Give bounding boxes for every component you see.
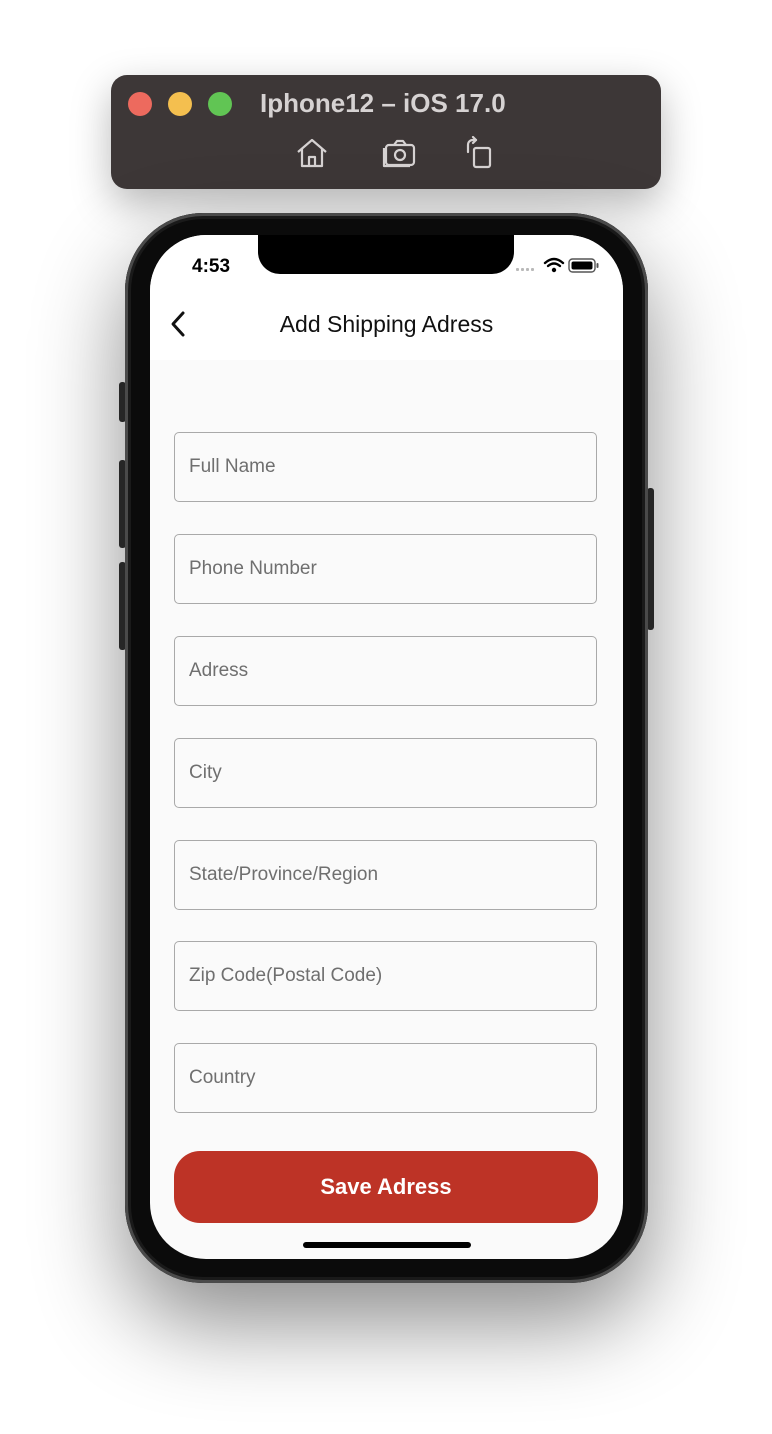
city-field[interactable] [174, 738, 597, 808]
full-name-input[interactable] [175, 433, 596, 501]
screenshot-icon[interactable] [382, 136, 418, 170]
country-input[interactable] [175, 1044, 596, 1112]
close-window-button[interactable] [128, 92, 152, 116]
full-name-field[interactable] [174, 432, 597, 502]
zip-code-input[interactable] [175, 942, 596, 1010]
address-field[interactable] [174, 636, 597, 706]
minimize-window-button[interactable] [168, 92, 192, 116]
phone-screen: 4:53 Add Shipping Adress Full Name Phone… [150, 235, 623, 1259]
country-field[interactable] [174, 1043, 597, 1113]
home-indicator[interactable] [303, 1242, 471, 1248]
phone-number-input[interactable] [175, 535, 596, 603]
rotate-icon[interactable] [462, 135, 498, 170]
phone-number-field[interactable] [174, 534, 597, 604]
wifi-icon [543, 257, 565, 268]
status-time: 4:53 [192, 256, 231, 277]
zip-code-field[interactable] [174, 941, 597, 1011]
signal-icon [516, 268, 534, 271]
simulator-title: Iphone12 – iOS 17.0 [260, 88, 506, 118]
battery-icon [568, 258, 599, 273]
status-icons [514, 255, 604, 275]
save-address-button[interactable]: Save Adress [174, 1151, 598, 1223]
city-input[interactable] [175, 739, 596, 807]
address-input[interactable] [175, 637, 596, 705]
state-input[interactable] [175, 841, 596, 909]
notch [258, 235, 514, 274]
page-title: Add Shipping Adress [279, 311, 494, 337]
zoom-window-button[interactable] [208, 92, 232, 116]
home-icon[interactable] [294, 136, 330, 170]
state-field[interactable] [174, 840, 597, 910]
power-button [647, 488, 654, 630]
